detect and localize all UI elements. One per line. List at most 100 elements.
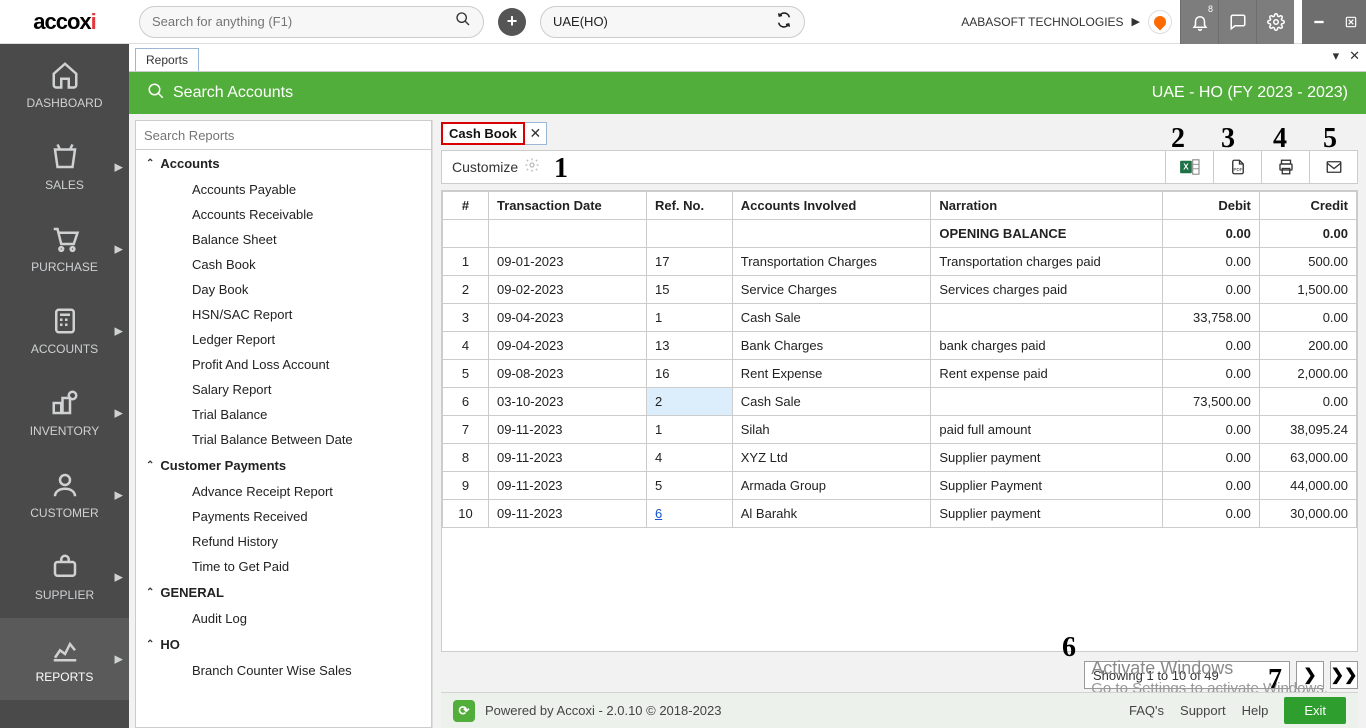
tree-leaf[interactable]: HSN/SAC Report [136, 302, 431, 327]
chevron-right-icon: ▶ [1132, 15, 1140, 28]
cell-ref: 4 [646, 444, 732, 472]
print-button[interactable] [1261, 151, 1309, 183]
footer-help-link[interactable]: Help [1242, 703, 1269, 718]
table-row[interactable]: 509-08-202316Rent ExpenseRent expense pa… [443, 360, 1357, 388]
cell-date: 09-11-2023 [489, 472, 647, 500]
ref-link[interactable]: 6 [655, 506, 662, 521]
table-row[interactable]: 809-11-20234XYZ LtdSupplier payment0.006… [443, 444, 1357, 472]
tree-leaf[interactable]: Refund History [136, 529, 431, 554]
table-row[interactable]: 909-11-20235Armada GroupSupplier Payment… [443, 472, 1357, 500]
nav-customer[interactable]: CUSTOMER ▶ [0, 454, 129, 536]
panel-menu-icon[interactable]: ▾ [1333, 48, 1340, 64]
col-narr[interactable]: Narration [931, 192, 1162, 220]
module-tab-reports[interactable]: Reports [135, 48, 199, 71]
tree-leaf[interactable]: Accounts Payable [136, 177, 431, 202]
tree-leaf[interactable]: Salary Report [136, 377, 431, 402]
search-icon[interactable] [455, 11, 471, 32]
col-debit[interactable]: Debit [1162, 192, 1259, 220]
cell-date: 09-08-2023 [489, 360, 647, 388]
tree-leaf[interactable]: Ledger Report [136, 327, 431, 352]
tree-group[interactable]: ⌃GENERAL [136, 579, 431, 606]
close-tab-button[interactable]: ✕ [525, 122, 547, 145]
table-row[interactable]: 1009-11-20236Al BarahkSupplier payment0.… [443, 500, 1357, 528]
settings-button[interactable] [1256, 0, 1294, 44]
tree-group[interactable]: ⌃HO [136, 631, 431, 658]
nav-accounts[interactable]: ACCOUNTS ▶ [0, 290, 129, 372]
tree-leaf[interactable]: Day Book [136, 277, 431, 302]
window-minimize-button[interactable] [1302, 0, 1334, 44]
cell-credit: 1,500.00 [1259, 276, 1356, 304]
company-selector[interactable]: UAE(HO) [540, 6, 805, 38]
pager-last-button[interactable]: ❯❯ [1330, 661, 1358, 689]
col-ref[interactable]: Ref. No. [646, 192, 732, 220]
tree-group[interactable]: ⌃Accounts [136, 150, 431, 177]
chat-button[interactable] [1218, 0, 1256, 44]
table-row[interactable]: 209-02-202315Service ChargesServices cha… [443, 276, 1357, 304]
reports-search-input[interactable] [135, 120, 432, 150]
cell-credit: 38,095.24 [1259, 416, 1356, 444]
nav-reports[interactable]: REPORTS ▶ [0, 618, 129, 700]
search-icon [147, 82, 165, 105]
global-search-input[interactable] [152, 14, 455, 29]
nav-label: PURCHASE [31, 260, 98, 274]
chevron-right-icon: ▶ [115, 489, 123, 502]
sync-icon[interactable] [776, 12, 792, 31]
tree-leaf[interactable]: Time to Get Paid [136, 554, 431, 579]
nav-sales[interactable]: SALES ▶ [0, 126, 129, 208]
footer-support-link[interactable]: Support [1180, 703, 1226, 718]
tree-leaf[interactable]: Cash Book [136, 252, 431, 277]
nav-purchase[interactable]: PURCHASE ▶ [0, 208, 129, 290]
cell-ref: 1 [646, 416, 732, 444]
export-excel-button[interactable]: X [1165, 151, 1213, 183]
app-logo: accoxi [0, 0, 129, 44]
table-row[interactable]: 709-11-20231Silahpaid full amount0.0038,… [443, 416, 1357, 444]
chevron-right-icon: ▶ [115, 407, 123, 420]
nav-supplier[interactable]: SUPPLIER ▶ [0, 536, 129, 618]
report-tab-cashbook[interactable]: Cash Book [441, 122, 525, 145]
report-table-wrap[interactable]: # Transaction Date Ref. No. Accounts Inv… [441, 190, 1358, 652]
tree-group-label: HO [160, 637, 180, 652]
cell-ref: 13 [646, 332, 732, 360]
nav-dashboard[interactable]: DASHBOARD [0, 44, 129, 126]
panel-close-icon[interactable]: ✕ [1349, 48, 1360, 64]
org-name[interactable]: AABASOFT TECHNOLOGIES [961, 15, 1123, 29]
table-row[interactable]: 109-01-202317Transportation ChargesTrans… [443, 248, 1357, 276]
nav-inventory[interactable]: INVENTORY ▶ [0, 372, 129, 454]
tree-leaf[interactable]: Audit Log [136, 606, 431, 631]
table-row[interactable]: 409-04-202313Bank Chargesbank charges pa… [443, 332, 1357, 360]
global-search[interactable] [139, 6, 484, 38]
tree-leaf[interactable]: Balance Sheet [136, 227, 431, 252]
col-account[interactable]: Accounts Involved [732, 192, 931, 220]
caret-icon: ⌃ [146, 587, 154, 598]
tree-leaf[interactable]: Accounts Receivable [136, 202, 431, 227]
context-period: UAE - HO (FY 2023 - 2023) [1152, 84, 1348, 102]
exit-button[interactable]: Exit [1284, 697, 1346, 724]
caret-icon: ⌃ [146, 158, 154, 169]
brand-badge[interactable] [1148, 10, 1172, 34]
col-idx[interactable]: # [443, 192, 489, 220]
footer-faq-link[interactable]: FAQ's [1129, 703, 1164, 718]
email-button[interactable] [1309, 151, 1357, 183]
tree-leaf[interactable]: Trial Balance [136, 402, 431, 427]
notifications-button[interactable]: 8 [1180, 0, 1218, 44]
titlebar-icons: 8 [1180, 0, 1366, 44]
tree-leaf[interactable]: Profit And Loss Account [136, 352, 431, 377]
cell-narration: bank charges paid [931, 332, 1162, 360]
table-row[interactable]: 603-10-20232Cash Sale73,500.000.00 [443, 388, 1357, 416]
window-close-button[interactable] [1334, 0, 1366, 44]
tree-leaf[interactable]: Trial Balance Between Date [136, 427, 431, 452]
pager-next-button[interactable]: ❯ [1296, 661, 1324, 689]
tree-leaf[interactable]: Payments Received [136, 504, 431, 529]
tree-leaf[interactable]: Advance Receipt Report [136, 479, 431, 504]
export-pdf-button[interactable]: PDF [1213, 151, 1261, 183]
global-add-button[interactable]: + [498, 8, 526, 36]
reports-tree[interactable]: ⌃AccountsAccounts PayableAccounts Receiv… [135, 150, 432, 728]
col-date[interactable]: Transaction Date [489, 192, 647, 220]
table-row[interactable]: 309-04-20231Cash Sale33,758.000.00 [443, 304, 1357, 332]
context-search-label[interactable]: Search Accounts [173, 84, 293, 102]
tree-group[interactable]: ⌃Customer Payments [136, 452, 431, 479]
cell-idx: 7 [443, 416, 489, 444]
tree-leaf[interactable]: Branch Counter Wise Sales [136, 658, 431, 683]
col-credit[interactable]: Credit [1259, 192, 1356, 220]
customize-button[interactable]: Customize [442, 151, 550, 183]
